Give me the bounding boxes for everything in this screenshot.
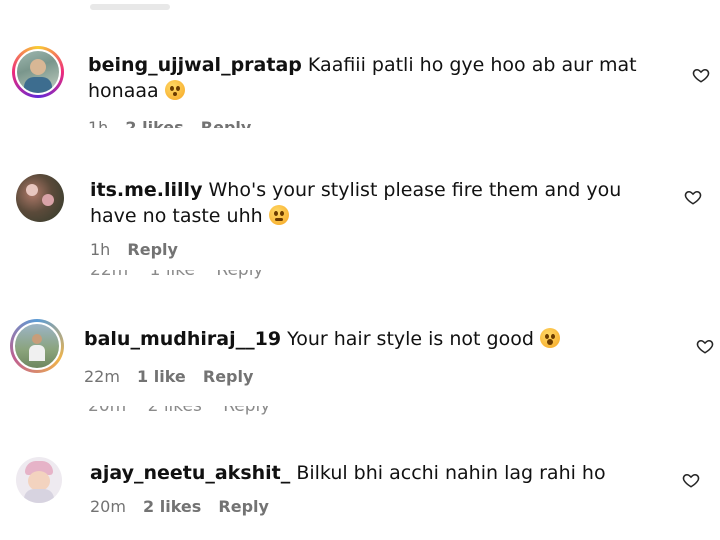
heart-outline-icon[interactable]	[684, 188, 702, 206]
comment-time: 22m	[84, 367, 120, 386]
comment-likes[interactable]: 2 likes	[143, 497, 201, 516]
heart-outline-icon[interactable]	[692, 66, 710, 84]
cut-reply: Reply	[216, 270, 264, 280]
cropped-top-edge	[0, 0, 720, 14]
heart-outline-icon[interactable]	[696, 337, 714, 355]
cropped-meta-strip: 20m 2 likes Reply	[0, 406, 720, 420]
comment-likes[interactable]: 2 likes	[125, 118, 183, 128]
comment-meta: 1h 2 likes Reply	[88, 117, 263, 128]
comment-time: 1h	[88, 118, 109, 128]
cut-time: 20m	[88, 406, 127, 416]
comment-time: 1h	[90, 240, 111, 259]
cut-likes: 1 like	[149, 270, 195, 280]
comment-username[interactable]: balu_mudhiraj__19	[84, 328, 281, 350]
astonished-face-emoji	[539, 328, 560, 348]
grimacing-face-emoji	[268, 205, 289, 225]
avatar[interactable]	[16, 457, 62, 503]
comment-item: its.me.lilly Who's your stylist please f…	[0, 160, 720, 270]
comment-item: balu_mudhiraj__19 Your hair style is not…	[0, 305, 720, 400]
cropped-meta-strip: 22m 1 like Reply	[0, 270, 720, 284]
comment-username[interactable]: ajay_neetu_akshit_	[90, 462, 290, 484]
cropped-meta: 22m 1 like Reply	[90, 270, 279, 280]
comment-text: Bilkul bhi acchi nahin lag rahi ho	[296, 462, 606, 484]
heart-outline-icon[interactable]	[682, 471, 700, 489]
reply-button[interactable]: Reply	[203, 367, 254, 386]
comment-body: its.me.lilly Who's your stylist please f…	[90, 177, 670, 229]
cropped-meta: 20m 2 likes Reply	[88, 406, 286, 416]
reply-button[interactable]: Reply	[201, 118, 252, 128]
comment-body: balu_mudhiraj__19 Your hair style is not…	[84, 326, 664, 352]
cut-time: 22m	[90, 270, 129, 280]
comment-item: ajay_neetu_akshit_ Bilkul bhi acchi nahi…	[0, 445, 720, 535]
avatar[interactable]	[16, 174, 64, 222]
comment-item: being_ujjwal_pratap Kaafiii patli ho gye…	[0, 38, 720, 128]
cut-reply: Reply	[223, 406, 271, 416]
comment-time: 20m	[90, 497, 126, 516]
comment-meta: 22m 1 like Reply	[84, 367, 265, 386]
comment-likes[interactable]: 1 like	[137, 367, 186, 386]
comment-body: ajay_neetu_akshit_ Bilkul bhi acchi nahi…	[90, 460, 670, 486]
avatar[interactable]	[12, 46, 64, 98]
comment-username[interactable]: its.me.lilly	[90, 179, 202, 201]
reply-button[interactable]: Reply	[127, 240, 178, 259]
avatar[interactable]	[10, 319, 64, 373]
cut-likes: 2 likes	[147, 406, 202, 416]
comment-username[interactable]: being_ujjwal_pratap	[88, 54, 302, 76]
comment-meta: 1h Reply	[90, 240, 190, 259]
comment-meta: 20m 2 likes Reply	[90, 497, 281, 516]
comment-text: Your hair style is not good	[287, 328, 534, 350]
flushed-face-emoji	[164, 80, 185, 100]
comment-body: being_ujjwal_pratap Kaafiii patli ho gye…	[88, 52, 648, 104]
reply-button[interactable]: Reply	[218, 497, 269, 516]
